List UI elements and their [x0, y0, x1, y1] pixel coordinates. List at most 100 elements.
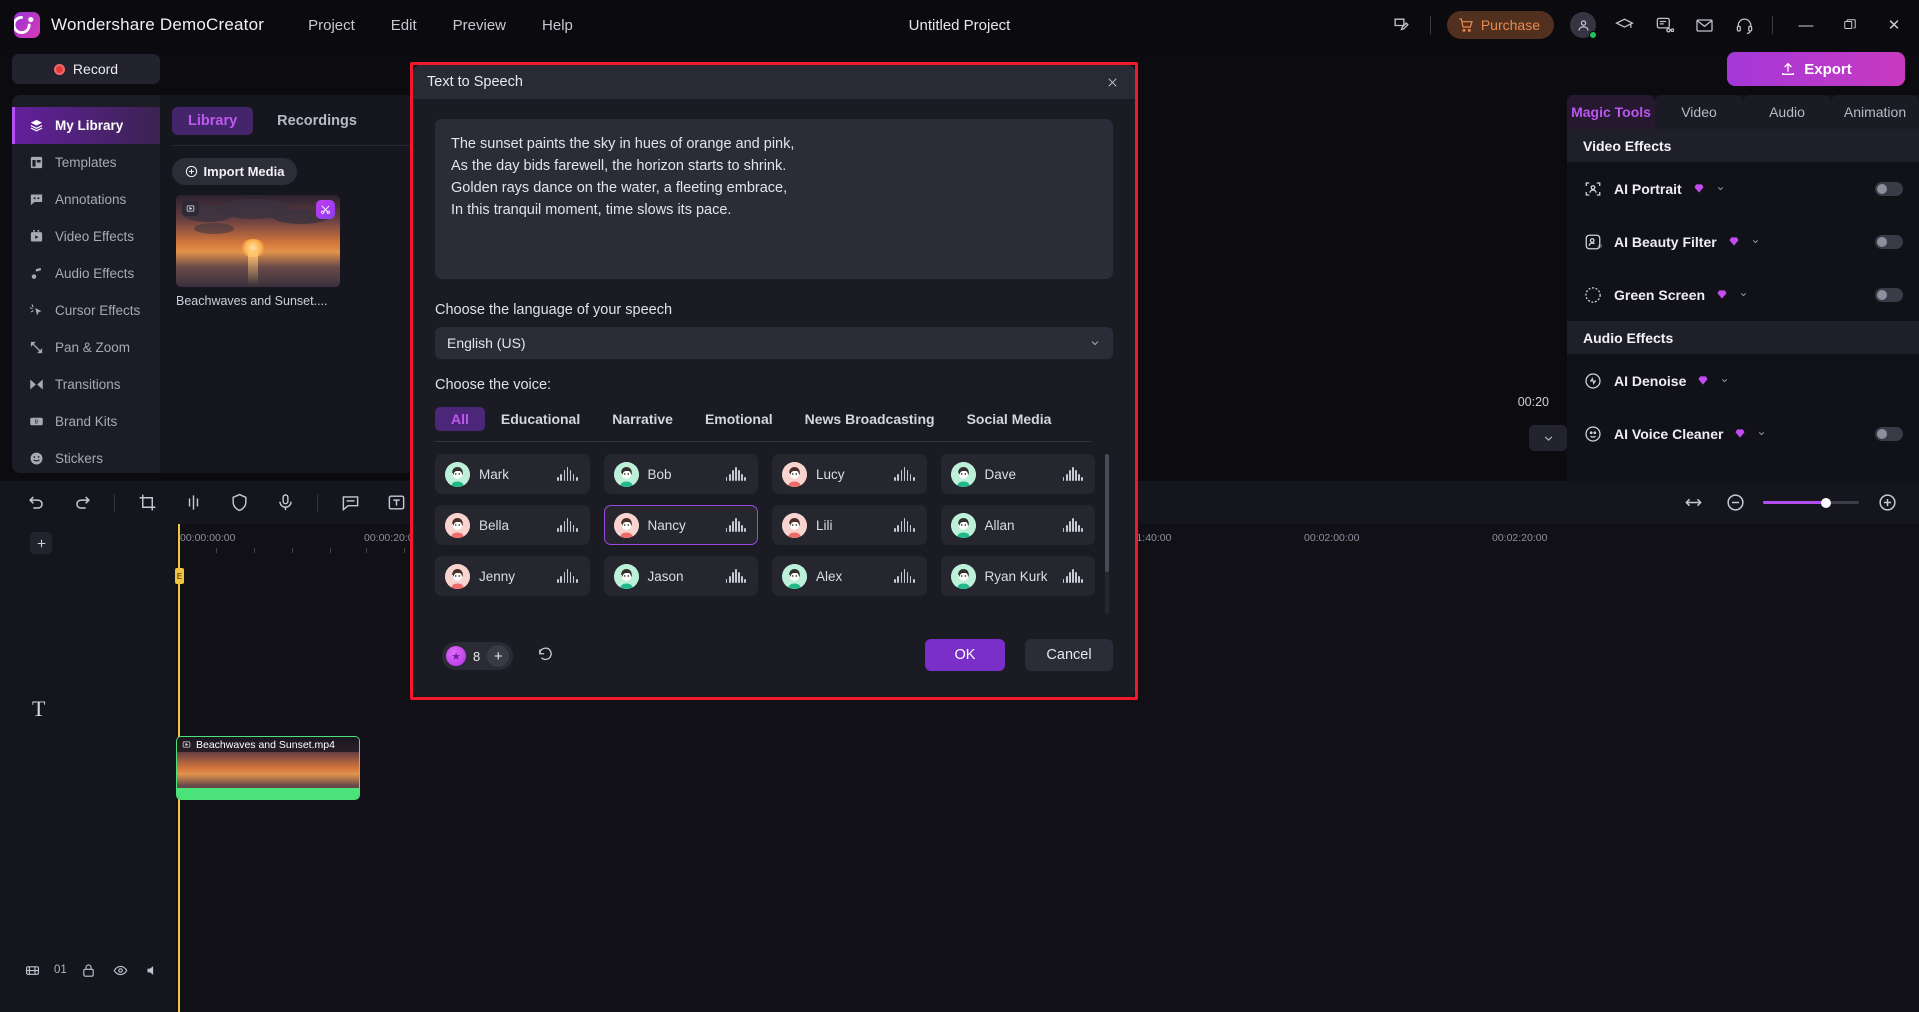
voice-card-lili[interactable]: Lili	[772, 505, 927, 545]
account-icon[interactable]	[1570, 12, 1597, 39]
mute-icon[interactable]	[143, 960, 163, 980]
toggle-green-screen[interactable]	[1875, 287, 1903, 302]
zoom-in-icon[interactable]	[1873, 489, 1901, 517]
playhead-handle[interactable]: E	[175, 568, 184, 584]
zoom-slider[interactable]	[1763, 497, 1859, 508]
tutorial-icon[interactable]	[1612, 13, 1636, 37]
voice-preview-icon[interactable]	[1062, 518, 1083, 532]
voice-tab-emotional[interactable]: Emotional	[689, 407, 789, 431]
tab-magic-tools[interactable]: Magic Tools	[1567, 95, 1655, 129]
menu-item-preview[interactable]: Preview	[453, 17, 506, 34]
voice-card-nancy[interactable]: Nancy	[603, 505, 758, 545]
tab-video[interactable]: Video	[1655, 95, 1743, 129]
voice-tab-narrative[interactable]: Narrative	[596, 407, 689, 431]
add-credits-button[interactable]: +	[487, 645, 510, 667]
caption-icon[interactable]	[336, 489, 364, 517]
undo-icon[interactable]	[22, 489, 50, 517]
row-ai-beauty-filter[interactable]: AI AI Beauty Filter	[1567, 215, 1919, 268]
voice-card-jason[interactable]: Jason	[603, 556, 758, 596]
shield-icon[interactable]	[225, 489, 253, 517]
voiceover-icon[interactable]	[271, 489, 299, 517]
zoom-out-icon[interactable]	[1721, 489, 1749, 517]
toggle-ai-portrait[interactable]	[1875, 181, 1903, 196]
eye-icon[interactable]	[111, 960, 131, 980]
voice-card-dave[interactable]: Dave	[940, 454, 1095, 494]
row-ai-denoise[interactable]: AI Denoise	[1567, 354, 1919, 407]
voice-tab-educational[interactable]: Educational	[485, 407, 596, 431]
voice-tab-news-broadcasting[interactable]: News Broadcasting	[789, 407, 951, 431]
tab-library[interactable]: Library	[172, 107, 254, 135]
close-button[interactable]: ✕	[1883, 14, 1905, 36]
voice-card-mark[interactable]: Mark	[435, 454, 590, 494]
toggle-ai-voice-cleaner[interactable]	[1875, 426, 1903, 441]
maximize-restore-button[interactable]	[1839, 14, 1861, 36]
media-item[interactable]: Beachwaves and Sunset....	[176, 195, 340, 308]
voice-tab-social-media[interactable]: Social Media	[951, 407, 1068, 431]
zoom-slider-knob[interactable]	[1821, 497, 1831, 508]
timeline-clip[interactable]: Beachwaves and Sunset.mp4	[176, 736, 360, 800]
ok-button[interactable]: OK	[925, 639, 1005, 671]
split-icon[interactable]	[179, 489, 207, 517]
sidebar-item-brand-kits[interactable]: B Brand Kits	[12, 403, 160, 440]
voice-preview-icon[interactable]	[894, 467, 915, 481]
sidebar-item-templates[interactable]: Templates	[12, 144, 160, 181]
voice-preview-icon[interactable]	[1062, 569, 1083, 583]
voice-preview-icon[interactable]	[725, 467, 746, 481]
menu-item-project[interactable]: Project	[308, 17, 355, 34]
fit-icon[interactable]	[1679, 489, 1707, 517]
support-headset-icon[interactable]	[1732, 13, 1756, 37]
language-select[interactable]: English (US)	[435, 327, 1113, 359]
redo-icon[interactable]	[68, 489, 96, 517]
voice-card-lucy[interactable]: Lucy	[772, 454, 927, 494]
voice-card-allan[interactable]: Allan	[940, 505, 1095, 545]
voice-preview-icon[interactable]	[557, 569, 578, 583]
minimize-button[interactable]: —	[1795, 14, 1817, 36]
close-icon[interactable]	[1101, 71, 1123, 93]
lock-icon[interactable]	[79, 960, 99, 980]
preview-zoom-dropdown[interactable]	[1529, 425, 1567, 451]
voice-card-bella[interactable]: Bella	[435, 505, 590, 545]
tab-animation[interactable]: Animation	[1831, 95, 1919, 129]
voice-preview-icon[interactable]	[557, 518, 578, 532]
purchase-button[interactable]: Purchase	[1446, 11, 1554, 39]
refresh-icon[interactable]	[537, 646, 557, 666]
chevron-down-icon[interactable]	[1716, 184, 1725, 193]
row-ai-voice-cleaner[interactable]: AI Voice Cleaner	[1567, 407, 1919, 460]
menu-item-edit[interactable]: Edit	[391, 17, 417, 34]
row-green-screen[interactable]: Green Screen	[1567, 268, 1919, 321]
record-button[interactable]: Record	[12, 54, 160, 84]
voice-preview-icon[interactable]	[725, 518, 746, 532]
row-ai-portrait[interactable]: AI Portrait	[1567, 162, 1919, 215]
sidebar-item-cursor-effects[interactable]: Cursor Effects	[12, 292, 160, 329]
camera-icon[interactable]	[22, 960, 42, 980]
ai-cut-icon[interactable]	[316, 200, 335, 219]
chevron-down-icon[interactable]	[1757, 429, 1766, 438]
chevron-down-icon[interactable]	[1751, 237, 1760, 246]
mail-icon[interactable]	[1692, 13, 1716, 37]
import-media-button[interactable]: Import Media	[172, 158, 297, 185]
voice-preview-icon[interactable]	[725, 569, 746, 583]
sidebar-item-my-library[interactable]: My Library	[12, 107, 160, 144]
voice-card-ryan-kurk[interactable]: Ryan Kurk	[940, 556, 1095, 596]
voice-card-alex[interactable]: Alex	[772, 556, 927, 596]
add-track-button[interactable]	[30, 532, 52, 554]
sidebar-item-annotations[interactable]: Annotations	[12, 181, 160, 218]
chevron-down-icon[interactable]	[1720, 376, 1729, 385]
text-icon[interactable]	[382, 489, 410, 517]
sidebar-item-transitions[interactable]: Transitions	[12, 366, 160, 403]
voice-card-bob[interactable]: Bob	[603, 454, 758, 494]
chevron-down-icon[interactable]	[1739, 290, 1748, 299]
sidebar-item-stickers[interactable]: Stickers	[12, 440, 160, 473]
tab-recordings[interactable]: Recordings	[261, 107, 373, 135]
feedback-icon[interactable]	[1390, 13, 1414, 37]
cancel-button[interactable]: Cancel	[1025, 639, 1113, 671]
voice-tab-all[interactable]: All	[435, 407, 485, 431]
voice-preview-icon[interactable]	[1062, 467, 1083, 481]
sidebar-item-pan-zoom[interactable]: Pan & Zoom	[12, 329, 160, 366]
voice-preview-icon[interactable]	[894, 569, 915, 583]
export-button[interactable]: Export	[1727, 52, 1905, 86]
voice-preview-icon[interactable]	[557, 467, 578, 481]
sidebar-item-video-effects[interactable]: Video Effects	[12, 218, 160, 255]
template-icon[interactable]	[1652, 13, 1676, 37]
voice-preview-icon[interactable]	[894, 518, 915, 532]
